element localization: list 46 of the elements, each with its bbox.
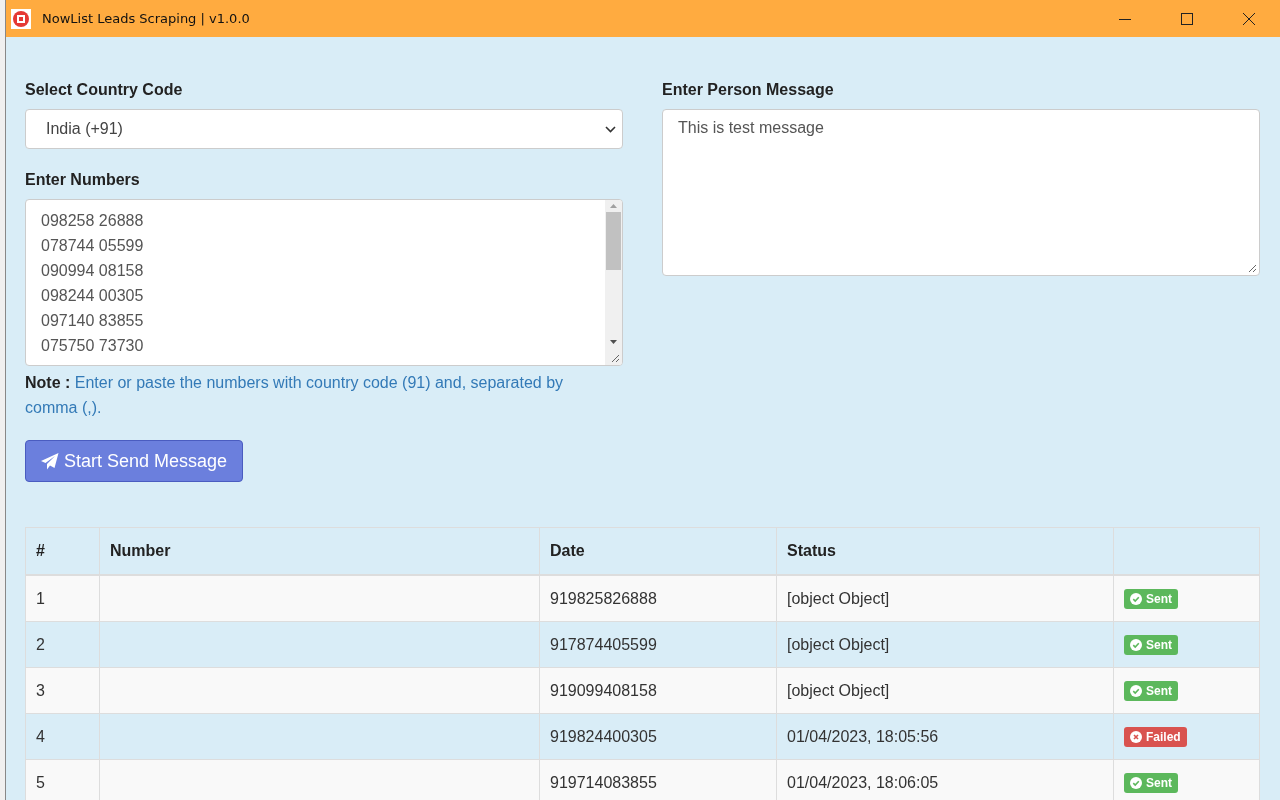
table-cell: 5 (25, 759, 100, 800)
number-line: 090994 08158 (41, 261, 145, 281)
table-cell: 917874405599 (539, 621, 777, 668)
numbers-field[interactable]: 098258 26888 078744 05599 090994 08158 098244 00305 097140 83855 075750 73730 (25, 199, 623, 366)
window-title: NowList Leads Scraping | v1.0.0 (42, 11, 250, 26)
maximize-icon[interactable] (1181, 12, 1193, 25)
message-field[interactable]: This is test message (662, 109, 1260, 276)
field-label: Enter Person Message (662, 81, 835, 99)
table-cell: [object Object] (776, 575, 1114, 622)
check-circle-icon (1130, 684, 1142, 697)
number-line: 078744 05599 (41, 236, 145, 256)
number-line: 097140 83855 (41, 311, 145, 331)
table-cell: [object Object] (776, 621, 1114, 668)
paper-plane-icon (41, 452, 59, 470)
number-line: 098244 00305 (41, 286, 145, 306)
table-cell: [object Object] (776, 667, 1114, 714)
field-label: Enter Numbers (25, 171, 141, 189)
status-badge: Failed (1124, 726, 1187, 747)
status-badge: Sent (1124, 588, 1178, 609)
country-select[interactable]: India (+91) (25, 109, 623, 149)
table-cell: 4 (25, 713, 100, 760)
check-circle-icon (1130, 638, 1142, 651)
number-line: 075750 73730 (41, 336, 145, 356)
table-cell: 1 (25, 575, 100, 622)
field-label: Select Country Code (25, 81, 184, 99)
table-cell: 919824400305 (539, 713, 777, 760)
check-circle-icon (1130, 776, 1142, 789)
app-icon (11, 8, 31, 29)
status-badge: Sent (1124, 772, 1178, 793)
table-cell: 919099408158 (539, 667, 777, 714)
x-circle-icon (1130, 730, 1142, 743)
resize-grip-icon[interactable] (1248, 264, 1257, 273)
table-cell: 01/04/2023, 18:05:56 (776, 713, 1114, 760)
table-cell: 3 (25, 667, 100, 714)
table-cell: 919825826888 (539, 575, 777, 622)
resize-grip-icon[interactable] (611, 354, 620, 363)
chevron-down-icon (605, 125, 616, 133)
note-text: Note : Enter or paste the numbers with country code (91) and, separated by comma (,). (25, 373, 565, 418)
close-icon[interactable] (1243, 12, 1255, 25)
status-badge: Sent (1124, 680, 1178, 701)
check-circle-icon (1130, 592, 1142, 605)
table-cell: 2 (25, 621, 100, 668)
status-badge: Sent (1124, 634, 1178, 655)
number-line: 098258 26888 (41, 211, 145, 231)
start-send-message-button[interactable]: Start Send Message (25, 440, 244, 482)
scrollbar[interactable] (605, 200, 622, 365)
